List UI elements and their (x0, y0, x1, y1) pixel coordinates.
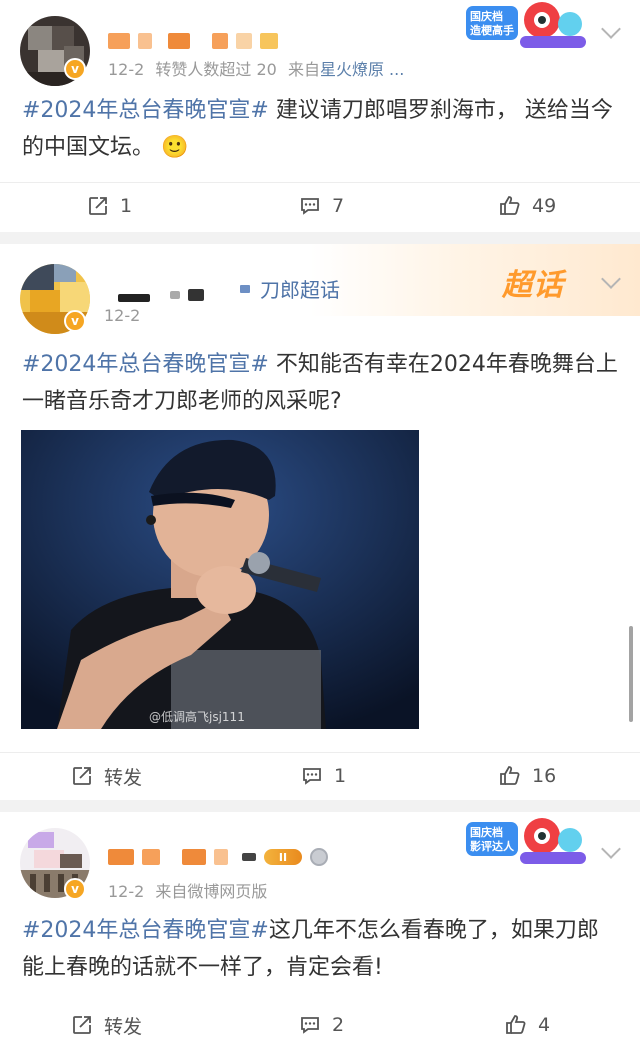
comment-count: 2 (332, 1014, 345, 1036)
achievement-badge[interactable]: 国庆档 造梗高手 (464, 0, 590, 52)
post-from: 来自 (155, 882, 188, 901)
like-button[interactable]: 4 (504, 1002, 550, 1040)
post-source-link[interactable]: 星火燎原 ... (320, 60, 404, 79)
repost-label: 转发 (104, 1015, 143, 1038)
smile-emoji-icon: 🙂 (161, 135, 189, 160)
badge-line2: 影评达人 (470, 840, 514, 853)
weibo-post-3: v II 12-2 来自微博网页版 国庆档 影评达人 #2024年总台春晚官宣#… (0, 812, 640, 1040)
thumbs-up-icon (506, 1015, 526, 1034)
scrollbar[interactable] (629, 626, 633, 722)
post-photo[interactable]: @低调高飞jsj111 (21, 430, 419, 729)
superchat-banner (310, 244, 640, 316)
post-date: 12-2 (108, 60, 145, 79)
image-watermark: @低调高飞jsj111 (149, 710, 245, 724)
post-meta: 12-2 (104, 306, 140, 325)
supertopic-link[interactable]: 刀郎超话 (240, 274, 340, 303)
post-date: 12-2 (104, 306, 141, 325)
like-count: 49 (532, 195, 557, 217)
verified-badge-icon: v (64, 58, 86, 80)
repost-count: 1 (120, 195, 133, 217)
superchat-label[interactable]: 超话 (502, 260, 564, 304)
supertopic-icon (240, 284, 250, 293)
verified-badge-icon: v (64, 878, 86, 900)
thumbs-up-icon (500, 196, 520, 215)
post-date: 12-2 (108, 882, 145, 901)
like-count: 4 (538, 1014, 551, 1036)
username-masked[interactable] (108, 30, 278, 52)
badge-line2: 造梗高手 (470, 24, 514, 37)
username-masked[interactable]: II (108, 846, 328, 868)
supertopic-label: 刀郎超话 (260, 278, 340, 302)
level-badge[interactable]: II (264, 849, 302, 865)
username-masked[interactable] (118, 284, 204, 306)
post-meta: 12-2 来自微博网页版 (108, 878, 267, 902)
thumbs-up-icon (500, 766, 520, 785)
like-count: 16 (532, 765, 557, 787)
repost-label: 转发 (104, 766, 143, 789)
topic-hashtag-link[interactable]: #2024年总台春晚官宣# (22, 352, 269, 377)
achievement-badge[interactable]: 国庆档 影评达人 (464, 816, 590, 868)
post-extra: 转赞人数超过 20 (155, 60, 277, 79)
action-bar: 1 7 49 (0, 182, 640, 228)
like-button[interactable]: 16 (498, 753, 556, 799)
comment-bubble-icon (301, 198, 319, 215)
repost-button[interactable]: 转发 (70, 1002, 142, 1040)
comment-count: 1 (334, 765, 347, 787)
repost-button[interactable]: 转发 (70, 753, 142, 799)
weibo-post-2: 超话 v 12-2 刀郎超话 #2024年总台春晚官宣# 不知能否有幸在2024… (0, 244, 640, 800)
post-from: 来自 (287, 60, 320, 79)
weibo-post-1: v 12-2 转赞人数超过 20 来自星火燎原 ... 国庆档 造梗高手 #20… (0, 0, 640, 232)
verified-badge-icon: v (64, 310, 86, 332)
topic-hashtag-link[interactable]: #2024年总台春晚官宣# (22, 98, 269, 123)
share-box-icon (73, 1016, 91, 1034)
comment-button[interactable]: 7 (298, 183, 344, 229)
comment-button[interactable]: 2 (298, 1002, 344, 1040)
chevron-down-icon[interactable] (601, 839, 621, 859)
post-meta: 12-2 转赞人数超过 20 来自星火燎原 ... (108, 56, 404, 80)
action-bar: 转发 1 16 (0, 752, 640, 798)
post-source: 微博网页版 (187, 882, 268, 901)
post-content: #2024年总台春晚官宣# 建议请刀郎唱罗刹海市， 送给当今的中国文坛。 🙂 (22, 92, 618, 166)
comment-bubble-icon (303, 768, 321, 785)
comment-button[interactable]: 1 (300, 753, 346, 799)
like-button[interactable]: 49 (498, 183, 556, 229)
action-bar: 转发 2 4 (0, 1002, 640, 1040)
topic-hashtag-link[interactable]: #2024年总台春晚官宣# (22, 918, 269, 943)
share-box-icon (89, 197, 107, 215)
post-content: #2024年总台春晚官宣# 不知能否有幸在2024年春晚舞台上一睹音乐奇才刀郎老… (22, 346, 618, 420)
share-box-icon (73, 767, 91, 785)
medal-icon[interactable] (310, 848, 328, 866)
chevron-down-icon[interactable] (601, 19, 621, 39)
comment-count: 7 (332, 195, 345, 217)
post-content: #2024年总台春晚官宣#这几年不怎么看春晚了，如果刀郎能上春晚的话就不一样了，… (22, 912, 618, 986)
comment-bubble-icon (301, 1017, 319, 1034)
repost-button[interactable]: 1 (86, 183, 132, 229)
